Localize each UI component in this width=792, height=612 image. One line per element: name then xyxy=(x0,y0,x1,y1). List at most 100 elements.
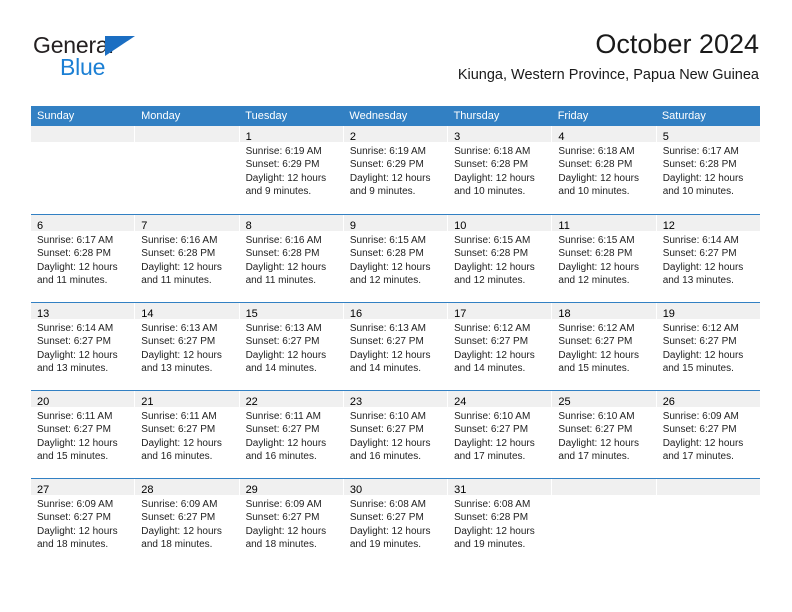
day-number: 19 xyxy=(662,308,675,320)
day-cell[interactable]: 3 Sunrise: 6:18 AM Sunset: 6:28 PM Daylight… xyxy=(448,126,552,214)
day-detail-line: Daylight: 12 hours xyxy=(349,172,431,184)
calendar-week-row: 1 Sunrise: 6:19 AM Sunset: 6:29 PM Daylight… xyxy=(31,126,760,214)
day-detail-line: Sunset: 6:28 PM xyxy=(141,248,216,260)
day-cell[interactable]: 22 Sunrise: 6:11 AM Sunset: 6:27 PM Dayligh… xyxy=(239,391,343,478)
day-cell[interactable]: 4 Sunrise: 6:18 AM Sunset: 6:28 PM Daylight… xyxy=(552,126,656,214)
day-cell[interactable]: 21 Sunrise: 6:11 AM Sunset: 6:27 PM Dayligh… xyxy=(135,391,239,478)
day-details: Sunrise: 6:08 AM Sunset: 6:27 PM Daylight:… xyxy=(344,495,447,552)
day-cell[interactable]: 17 Sunrise: 6:12 AM Sunset: 6:27 PM Dayligh… xyxy=(448,303,552,390)
day-detail-line: Sunrise: 6:16 AM xyxy=(141,235,218,246)
day-cell[interactable]: 7 Sunrise: 6:16 AM Sunset: 6:28 PM Daylight… xyxy=(135,215,239,302)
generalblue-logo[interactable]: General Blue xyxy=(31,32,231,88)
day-detail-line: Daylight: 12 hours xyxy=(558,349,640,361)
day-details: Sunrise: 6:11 AM Sunset: 6:27 PM Daylight:… xyxy=(240,407,343,464)
weekday-header-row: Sunday Monday Tuesday Wednesday Thursday Frid… xyxy=(31,106,760,126)
day-cell[interactable]: 5 Sunrise: 6:17 AM Sunset: 6:28 PM Daylight… xyxy=(656,126,760,214)
day-number: 3 xyxy=(454,131,461,143)
day-detail-line: Sunrise: 6:10 AM xyxy=(454,411,531,422)
day-detail-line: Sunset: 6:28 PM xyxy=(558,248,633,260)
day-detail-line: Daylight: 12 hours xyxy=(662,349,744,361)
day-detail-line: Sunrise: 6:08 AM xyxy=(349,499,426,510)
day-detail-line: and 16 minutes. xyxy=(141,451,213,463)
day-detail-line: Sunset: 6:28 PM xyxy=(349,248,424,260)
day-detail-line: Sunset: 6:27 PM xyxy=(558,336,633,348)
day-detail-line: Sunrise: 6:13 AM xyxy=(245,323,322,334)
day-detail-line: Daylight: 12 hours xyxy=(245,349,327,361)
day-number-band: 22 xyxy=(239,391,343,408)
day-number: 29 xyxy=(245,484,258,496)
day-detail-line: Daylight: 12 hours xyxy=(141,525,222,537)
day-details: Sunrise: 6:11 AM Sunset: 6:27 PM Daylight:… xyxy=(135,407,238,464)
day-detail-line: Daylight: 12 hours xyxy=(349,525,431,537)
day-cell[interactable]: 20 Sunrise: 6:11 AM Sunset: 6:27 PM Dayligh… xyxy=(31,391,135,478)
day-number-band xyxy=(135,126,239,142)
calendar-week-row: 6 Sunrise: 6:17 AM Sunset: 6:28 PM Daylight… xyxy=(31,214,760,302)
day-cell[interactable]: 31 Sunrise: 6:08 AM Sunset: 6:28 PM Dayligh… xyxy=(448,479,552,566)
day-number-band: 21 xyxy=(135,391,239,408)
day-number-band: 4 xyxy=(552,126,656,143)
day-number-band: 17 xyxy=(448,303,552,320)
weekday-header-friday: Friday xyxy=(557,110,589,122)
day-detail-line: Sunrise: 6:19 AM xyxy=(245,146,322,157)
day-number: 16 xyxy=(349,308,363,320)
day-cell[interactable]: 19 Sunrise: 6:12 AM Sunset: 6:27 PM Dayligh… xyxy=(656,303,760,390)
day-detail-line: Sunrise: 6:14 AM xyxy=(662,235,739,246)
day-detail-line: Sunrise: 6:12 AM xyxy=(454,323,531,334)
day-detail-line: Sunrise: 6:08 AM xyxy=(454,499,531,510)
day-cell[interactable]: 14 Sunrise: 6:13 AM Sunset: 6:27 PM Dayligh… xyxy=(135,303,239,390)
day-detail-line: and 18 minutes. xyxy=(245,539,317,551)
day-cell[interactable]: 25 Sunrise: 6:10 AM Sunset: 6:27 PM Dayligh… xyxy=(552,391,656,478)
day-cell[interactable]: 26 Sunrise: 6:09 AM Sunset: 6:27 PM Dayligh… xyxy=(656,391,760,478)
day-cell[interactable]: 13 Sunrise: 6:14 AM Sunset: 6:27 PM Dayligh… xyxy=(31,303,135,390)
day-detail-line: Daylight: 12 hours xyxy=(37,261,118,273)
day-detail-line: Daylight: 12 hours xyxy=(37,525,118,537)
day-details: Sunrise: 6:09 AM Sunset: 6:27 PM Daylight:… xyxy=(240,495,343,552)
day-cell[interactable]: 29 Sunrise: 6:09 AM Sunset: 6:27 PM Dayligh… xyxy=(239,479,343,566)
day-detail-line: and 11 minutes. xyxy=(37,275,108,287)
day-number-band: 8 xyxy=(239,215,343,232)
day-detail-line: Sunrise: 6:15 AM xyxy=(558,235,635,246)
day-detail-line: Daylight: 12 hours xyxy=(349,437,431,449)
calendar-weeks: 1 Sunrise: 6:19 AM Sunset: 6:29 PM Daylight… xyxy=(31,126,760,566)
day-detail-line: Sunset: 6:28 PM xyxy=(454,248,529,260)
day-detail-line: and 12 minutes. xyxy=(558,275,630,287)
day-cell[interactable]: 11 Sunrise: 6:15 AM Sunset: 6:28 PM Dayligh… xyxy=(552,215,656,302)
day-detail-line: Daylight: 12 hours xyxy=(558,437,640,449)
day-cell-empty xyxy=(135,126,239,214)
day-cell[interactable]: 10 Sunrise: 6:15 AM Sunset: 6:28 PM Dayligh… xyxy=(448,215,552,302)
day-number-band: 28 xyxy=(135,479,239,496)
day-cell[interactable]: 6 Sunrise: 6:17 AM Sunset: 6:28 PM Daylight… xyxy=(31,215,135,302)
day-cell[interactable]: 28 Sunrise: 6:09 AM Sunset: 6:27 PM Dayligh… xyxy=(135,479,239,566)
day-detail-line: Sunset: 6:28 PM xyxy=(454,159,529,171)
day-cell[interactable]: 23 Sunrise: 6:10 AM Sunset: 6:27 PM Dayligh… xyxy=(343,391,448,478)
day-number: 2 xyxy=(349,131,356,143)
day-detail-line: Sunrise: 6:13 AM xyxy=(141,323,218,334)
day-detail-line: Sunrise: 6:18 AM xyxy=(558,146,635,157)
day-cell[interactable]: 27 Sunrise: 6:09 AM Sunset: 6:27 PM Dayligh… xyxy=(31,479,135,566)
day-detail-line: Daylight: 12 hours xyxy=(245,172,327,184)
day-details: Sunrise: 6:14 AM Sunset: 6:27 PM Daylight:… xyxy=(31,319,134,376)
day-cell[interactable]: 1 Sunrise: 6:19 AM Sunset: 6:29 PM Daylight… xyxy=(239,126,343,214)
weekday-header-wednesday: Wednesday xyxy=(349,110,408,122)
day-cell[interactable]: 9 Sunrise: 6:15 AM Sunset: 6:28 PM Daylight… xyxy=(343,215,448,302)
triangle-icon xyxy=(105,36,135,56)
day-number-band: 19 xyxy=(656,303,760,320)
day-detail-line: Daylight: 12 hours xyxy=(37,349,118,361)
day-cell[interactable]: 15 Sunrise: 6:13 AM Sunset: 6:27 PM Dayligh… xyxy=(239,303,343,390)
day-cell[interactable]: 24 Sunrise: 6:10 AM Sunset: 6:27 PM Dayligh… xyxy=(448,391,552,478)
day-details: Sunrise: 6:12 AM Sunset: 6:27 PM Daylight:… xyxy=(552,319,655,376)
page-header: General Blue October 2024 Kiunga, Wester… xyxy=(31,28,759,100)
day-cell[interactable]: 30 Sunrise: 6:08 AM Sunset: 6:27 PM Dayligh… xyxy=(343,479,448,566)
day-cell[interactable]: 12 Sunrise: 6:14 AM Sunset: 6:27 PM Dayligh… xyxy=(656,215,760,302)
day-number: 20 xyxy=(37,396,50,408)
day-detail-line: Sunset: 6:29 PM xyxy=(349,159,424,171)
day-cell[interactable]: 16 Sunrise: 6:13 AM Sunset: 6:27 PM Dayligh… xyxy=(343,303,448,390)
day-number: 12 xyxy=(662,220,675,232)
day-detail-line: Sunrise: 6:11 AM xyxy=(245,411,321,422)
day-cell[interactable]: 8 Sunrise: 6:16 AM Sunset: 6:28 PM Daylight… xyxy=(239,215,343,302)
title-block: October 2024 Kiunga, Western Province, P… xyxy=(458,28,759,84)
day-cell-empty xyxy=(656,479,760,566)
day-cell[interactable]: 18 Sunrise: 6:12 AM Sunset: 6:27 PM Dayligh… xyxy=(552,303,656,390)
day-detail-line: Daylight: 12 hours xyxy=(349,349,431,361)
day-cell[interactable]: 2 Sunrise: 6:19 AM Sunset: 6:29 PM Daylight… xyxy=(343,126,448,214)
